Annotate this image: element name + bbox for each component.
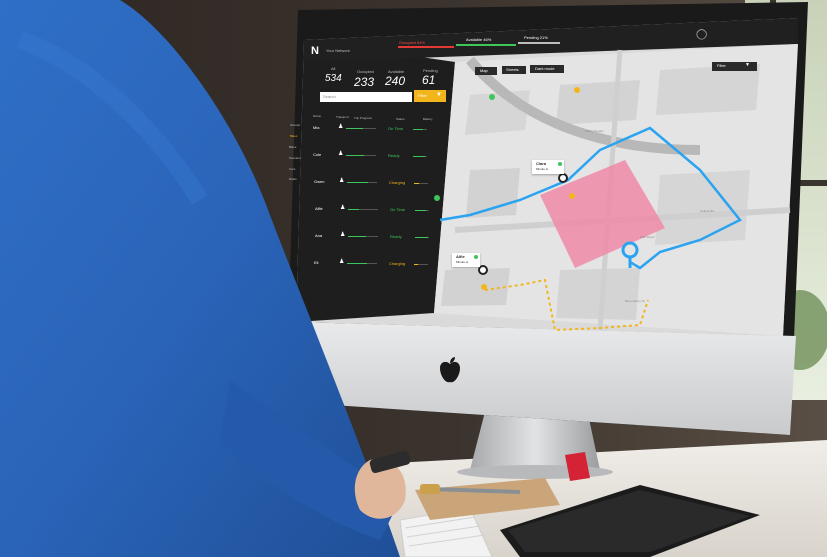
stat-total-value: 534 [325, 73, 342, 84]
marker-subtitle: Minute to [536, 167, 549, 171]
occupied-status: Occupied 64% [399, 40, 426, 45]
trip-progress-fill [347, 263, 367, 264]
row-name: Gwen [314, 179, 325, 184]
side-nav-item[interactable]: Bikes [290, 135, 297, 138]
battery-fill [414, 264, 419, 265]
side-nav-item[interactable]: Rides [289, 178, 297, 181]
map-view-button[interactable]: Map [475, 67, 497, 75]
col-header-battery[interactable]: Battery [423, 118, 433, 121]
trip-progress-bar [346, 155, 376, 156]
scooter-icon: ♟ [340, 205, 346, 211]
side-nav-item[interactable]: Scooter [290, 124, 300, 127]
trip-progress-bar [348, 236, 378, 237]
search-placeholder: Search [323, 94, 336, 99]
battery-bar [413, 129, 427, 130]
row-status: On Time [388, 126, 404, 131]
pending-bar [518, 42, 560, 44]
street-label: Hollow Rd [700, 209, 714, 213]
marker-name: Alfie [456, 254, 465, 259]
dark-mode-label: Dark mode [535, 66, 555, 71]
stat-occupied-value: 233 [354, 75, 375, 89]
row-name: Mia [313, 125, 320, 130]
scooter-icon: ♟ [338, 151, 344, 157]
map-view-label: Map [480, 68, 488, 73]
trip-progress-bar [347, 263, 377, 264]
filter-button[interactable]: Filter ▼ [414, 90, 446, 102]
row-status: Charging [389, 180, 406, 185]
map-filter-label: Filter [717, 63, 726, 68]
stat-pending-value: 61 [422, 73, 436, 87]
scooter-icon: ♟ [339, 259, 345, 265]
trip-progress-fill [348, 236, 366, 237]
screen-ui: N Your Network Occupied 64% Available 46… [0, 0, 827, 557]
row-status: On Time [390, 207, 406, 212]
col-header-transport[interactable]: Transport [336, 116, 349, 119]
caret-down-icon: ▼ [436, 92, 442, 98]
battery-fill [413, 156, 425, 157]
occupied-bar [398, 46, 454, 48]
trip-progress-fill [346, 155, 364, 156]
trip-progress-bar [346, 128, 376, 129]
map-marker-popup[interactable]: Alfie Minute to [452, 253, 480, 267]
row-status: Ready [388, 153, 400, 158]
col-header-progress[interactable]: Trip Progress [354, 117, 372, 120]
row-status: Charging [389, 261, 406, 266]
available-bar [456, 44, 516, 46]
battery-fill [414, 183, 419, 184]
map-filter-button[interactable]: Filter ▼ [712, 62, 757, 71]
scooter-icon: ♟ [339, 178, 345, 184]
battery-bar [413, 156, 427, 157]
streets-view-label: Streets [506, 67, 519, 72]
trip-progress-fill [346, 128, 363, 129]
N-logo-icon[interactable]: N [311, 46, 319, 57]
row-name: Eli [314, 260, 319, 265]
battery-fill [415, 237, 428, 238]
marker-name: Clara [536, 161, 547, 166]
caret-down-icon: ▼ [745, 62, 750, 68]
user-circle-icon[interactable]: ◯ [696, 30, 707, 40]
marker-subtitle: Minute to [456, 260, 469, 264]
battery-bar [414, 183, 428, 184]
search-input[interactable]: Search [320, 92, 412, 102]
marker-status-dot [474, 255, 478, 259]
battery-bar [415, 210, 429, 211]
stat-total-label: All [331, 66, 336, 71]
battery-bar [415, 237, 429, 238]
stat-available-value: 240 [385, 74, 406, 88]
scooter-icon: ♟ [338, 124, 344, 130]
side-nav-item[interactable]: Bikes [289, 146, 296, 149]
col-header-name[interactable]: Name [313, 115, 321, 118]
map-marker-popup[interactable]: Clara Minute to [532, 160, 564, 174]
side-nav-item[interactable]: Cars [289, 168, 295, 171]
row-name: Alfie [315, 206, 323, 211]
org-selector[interactable]: Your Network [326, 49, 350, 53]
trip-progress-fill [348, 209, 359, 210]
row-name: Cole [313, 152, 322, 157]
dark-mode-button[interactable]: Dark mode [530, 65, 564, 73]
scooter-icon: ♟ [340, 232, 346, 238]
trip-progress-bar [348, 209, 378, 210]
pending-status: Pending 21% [524, 35, 548, 40]
street-label: Oak Street [640, 235, 655, 239]
row-status: Ready [390, 234, 402, 239]
marker-status-dot [558, 162, 562, 166]
streets-view-button[interactable]: Streets [502, 66, 526, 74]
street-label: Ashby Square [585, 129, 604, 133]
col-header-status[interactable]: Status [396, 118, 405, 121]
row-name: Ana [315, 233, 323, 238]
filter-button-label: Filter [418, 93, 427, 98]
stat-occupied-label: Occupied [357, 69, 374, 74]
battery-fill [413, 129, 423, 130]
battery-fill [415, 210, 427, 211]
available-status: Available 46% [466, 37, 492, 42]
street-label: Bloomsbury St. [625, 299, 646, 303]
battery-bar [414, 264, 428, 265]
side-nav-item[interactable]: Scooters [289, 157, 301, 160]
trip-progress-bar [347, 182, 377, 183]
trip-progress-fill [347, 182, 368, 183]
